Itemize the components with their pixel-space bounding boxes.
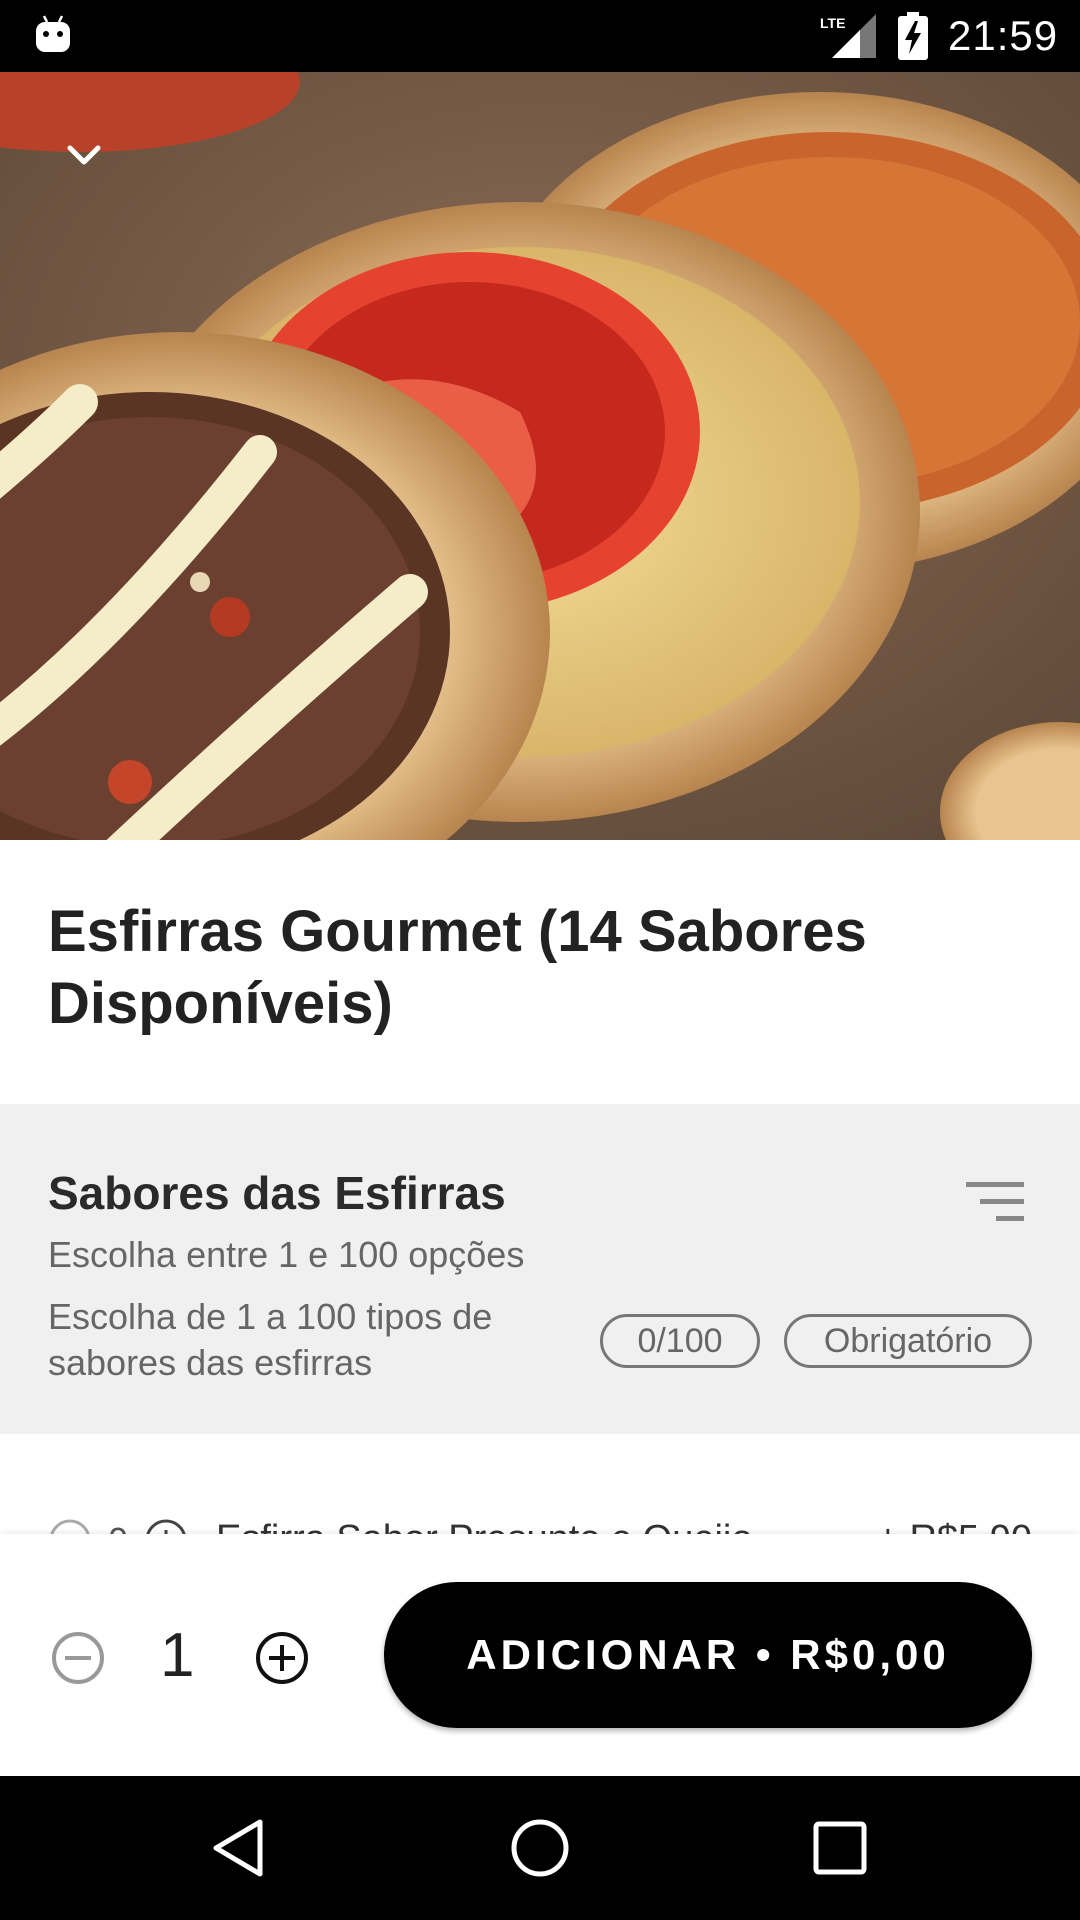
status-time: 21:59 xyxy=(948,12,1059,59)
back-triangle-icon[interactable] xyxy=(204,1812,276,1884)
battery-charging-icon xyxy=(898,12,928,60)
section-title: Sabores das Esfirras xyxy=(48,1167,506,1219)
list-item[interactable]: 0 Esfirra Sabor Presunto e Queijo + R$5,… xyxy=(48,1518,1032,1534)
required-badge: Obrigatório xyxy=(784,1314,1032,1368)
options-section-header: Sabores das Esfirras Escolha entre 1 e 1… xyxy=(0,1104,1080,1434)
minus-circle-icon[interactable] xyxy=(48,1518,92,1534)
android-icon xyxy=(36,15,70,52)
section-subtitle: Escolha entre 1 e 100 opções xyxy=(48,1234,525,1275)
svg-text:LTE: LTE xyxy=(820,15,845,31)
system-nav-bar xyxy=(0,1776,1080,1920)
plus-circle-icon[interactable] xyxy=(254,1630,310,1686)
status-bar: LTE 21:59 xyxy=(0,0,1080,72)
add-to-cart-bar: 1 ADICIONAR • R$0,00 xyxy=(0,1534,1080,1776)
product-header: Esfirras Gourmet (14 Sabores Disponíveis… xyxy=(0,840,1080,1104)
product-image xyxy=(0,72,1080,840)
plus-circle-icon[interactable] xyxy=(144,1518,188,1534)
option-list: 0 Esfirra Sabor Presunto e Queijo + R$5,… xyxy=(0,1434,1080,1534)
chevron-down-icon[interactable] xyxy=(60,132,108,180)
quantity-value: 1 xyxy=(160,1621,195,1690)
product-title: Esfirras Gourmet (14 Sabores Disponíveis… xyxy=(48,899,867,1036)
lte-signal-icon: LTE xyxy=(820,14,876,58)
recents-square-icon[interactable] xyxy=(804,1812,876,1884)
add-to-cart-button[interactable]: ADICIONAR • R$0,00 xyxy=(384,1582,1032,1728)
option-price: + R$5,90 xyxy=(877,1518,1032,1534)
selection-count-badge: 0/100 xyxy=(600,1314,760,1368)
esfirras-photo xyxy=(0,72,1080,840)
section-description: Escolha de 1 a 100 tipos de sabores das … xyxy=(48,1296,493,1383)
option-quantity: 0 xyxy=(108,1520,128,1534)
home-circle-icon[interactable] xyxy=(504,1812,576,1884)
option-name: Esfirra Sabor Presunto e Queijo xyxy=(216,1518,753,1534)
minus-circle-icon[interactable] xyxy=(50,1630,106,1686)
sort-lines-icon[interactable] xyxy=(966,1180,1024,1224)
